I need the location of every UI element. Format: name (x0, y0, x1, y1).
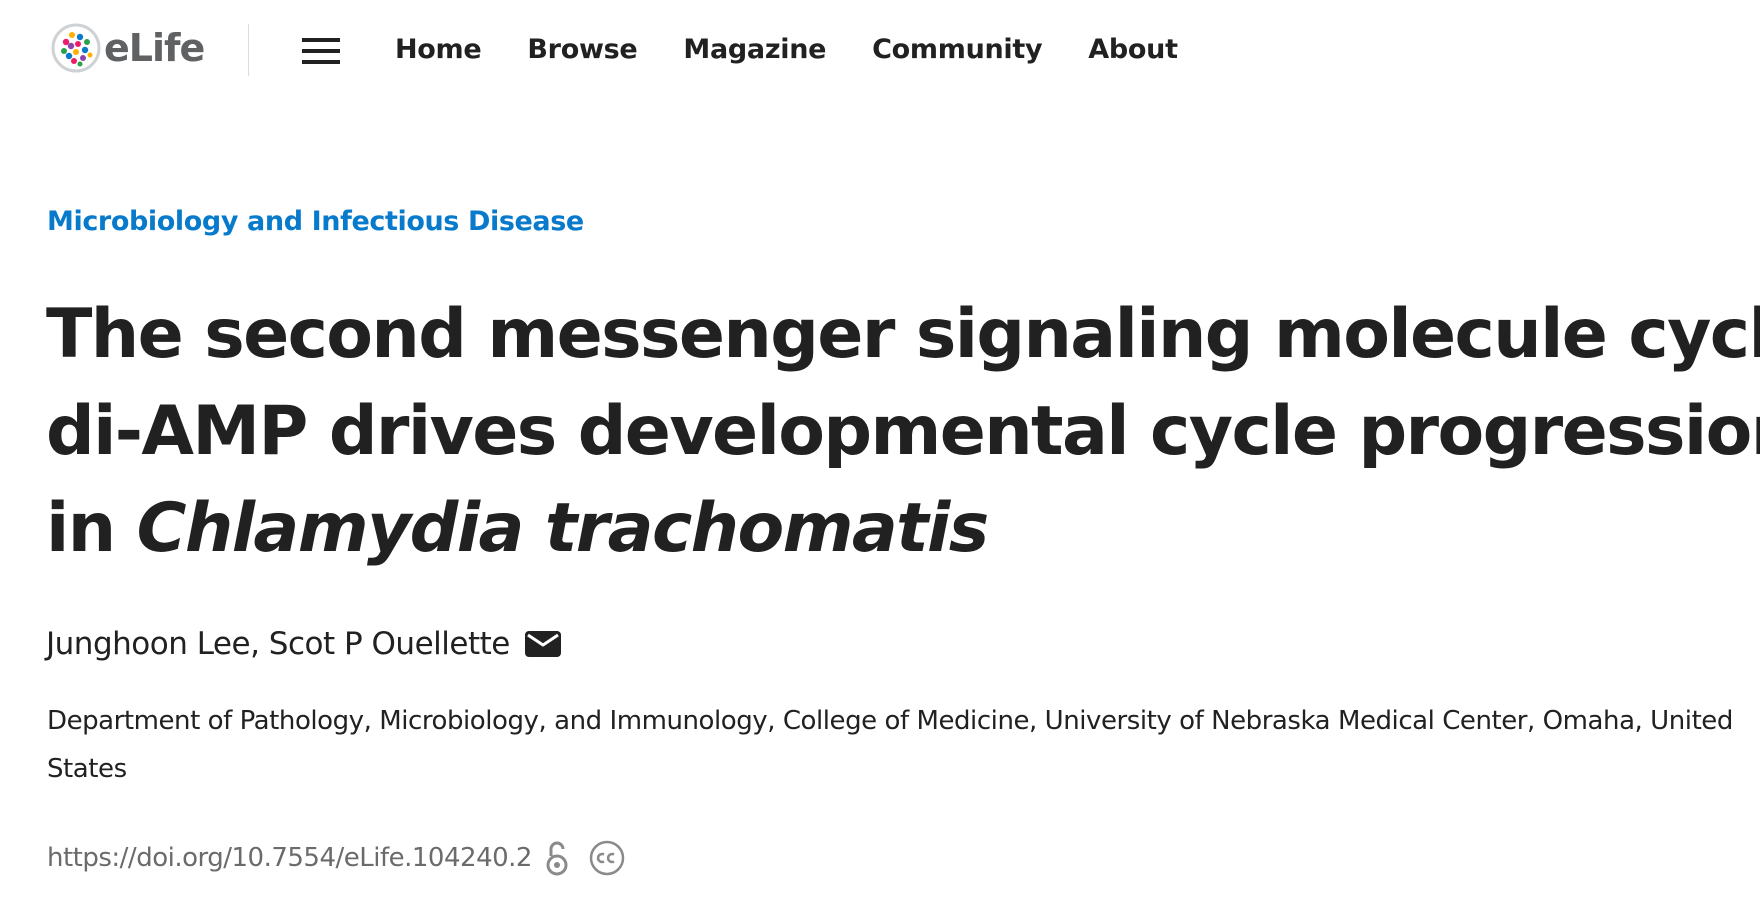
nav-browse[interactable]: Browse (527, 30, 637, 70)
creative-commons-icon (589, 840, 625, 876)
title-species: Chlamydia trachomatis (136, 489, 990, 568)
main-nav: Home Browse Magazine Community About (395, 30, 1224, 70)
doi-link[interactable]: https://doi.org/10.7554/eLife.104240.2 (47, 843, 532, 873)
title-line-3-prefix: in (46, 489, 137, 568)
mail-icon[interactable] (524, 629, 562, 659)
author-list: Junghoon Lee, Scot P Ouellette (46, 626, 562, 662)
title-line-1: The second messenger signaling molecule … (46, 295, 1760, 374)
elife-logo-icon (51, 23, 101, 73)
elife-logo[interactable]: eLife (50, 22, 205, 74)
affiliation: Department of Pathology, Microbiology, a… (47, 706, 1733, 784)
title-line-2: di-AMP drives developmental cycle progre… (46, 392, 1760, 471)
nav-about[interactable]: About (1088, 30, 1178, 70)
elife-logo-text: eLife (104, 26, 205, 70)
hamburger-menu-icon[interactable] (302, 38, 340, 64)
header-divider (248, 24, 249, 76)
subject-link[interactable]: Microbiology and Infectious Disease (47, 206, 584, 237)
article-title: The second messenger signaling molecule … (46, 286, 1760, 577)
site-header: eLife Home Browse Magazine Community Abo… (0, 0, 1760, 102)
nav-magazine[interactable]: Magazine (683, 30, 826, 70)
nav-community[interactable]: Community (872, 30, 1042, 70)
doi-row: https://doi.org/10.7554/eLife.104240.2 (47, 839, 626, 877)
title-line-3: in Chlamydia trachomatis (46, 480, 1756, 577)
nav-home[interactable]: Home (395, 30, 482, 70)
authors-text[interactable]: Junghoon Lee, Scot P Ouellette (46, 626, 510, 662)
open-access-icon (546, 841, 568, 876)
